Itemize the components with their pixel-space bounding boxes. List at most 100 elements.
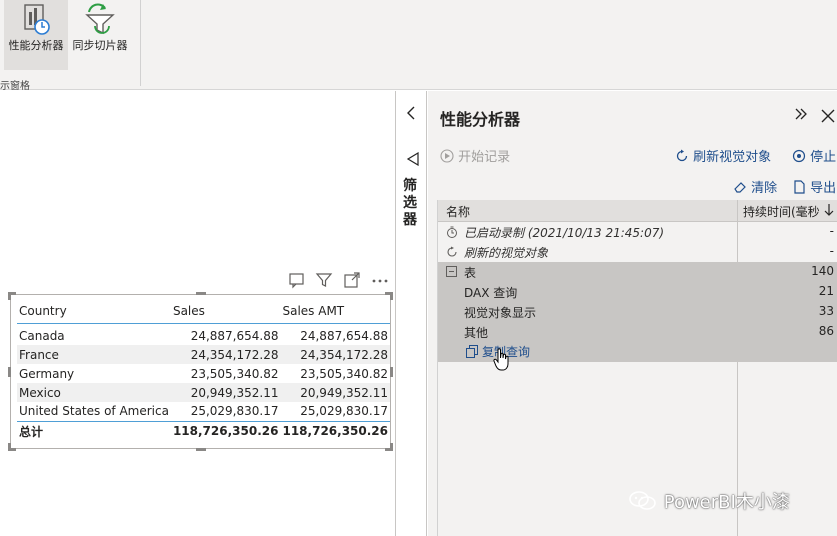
watermark: PowerBI木小漆 xyxy=(628,488,790,514)
collapse-pane-icon[interactable] xyxy=(793,106,809,122)
detail-name: 视觉对象显示 xyxy=(464,306,537,320)
detail-name: 其他 xyxy=(464,326,489,340)
sales-cell: 20,949,352.11 xyxy=(170,383,281,402)
country-cell: Mexico xyxy=(17,383,171,402)
sort-down-icon[interactable] xyxy=(824,203,834,217)
eraser-icon xyxy=(734,182,746,193)
event-duration: - xyxy=(829,224,834,238)
hand-cursor-icon xyxy=(493,348,509,371)
sales-amt-cell: 20,949,352.11 xyxy=(280,383,391,402)
event-name: 刷新的视觉对象 xyxy=(464,246,549,260)
column-header[interactable]: Sales AMT xyxy=(280,299,391,324)
more-options-icon[interactable] xyxy=(371,271,389,289)
report-canvas[interactable]: Country Sales Sales AMT Canada 24,887,65… xyxy=(0,91,395,536)
resize-handle[interactable] xyxy=(196,448,206,451)
event-row[interactable]: 已启动录制 (2021/10/13 21:45:07) - xyxy=(438,222,837,242)
sales-amt-cell: 25,029,830.17 xyxy=(300,404,389,419)
sales-cell: 25,029,830.17 xyxy=(190,404,279,419)
sync-slicers-button[interactable]: 同步切片器 xyxy=(69,0,131,70)
clear-button[interactable]: 清除 xyxy=(733,177,777,196)
filters-collapsed-strip[interactable]: 筛选器 xyxy=(395,91,427,536)
close-icon[interactable] xyxy=(820,108,836,124)
focus-mode-icon[interactable] xyxy=(343,271,361,289)
resize-handle[interactable] xyxy=(390,367,393,377)
visual-duration: 140 xyxy=(811,264,834,278)
stop-label: 停止 xyxy=(810,150,837,165)
collapse-minus-icon[interactable] xyxy=(446,266,457,277)
grid-header: 名称 持续时间(毫秒 xyxy=(438,200,837,222)
resize-handle[interactable] xyxy=(390,292,393,300)
event-duration: - xyxy=(829,244,834,258)
detail-row: 其他 86 xyxy=(438,322,837,342)
matrix-table: Country Sales Sales AMT Canada 24,887,65… xyxy=(17,299,391,441)
sales-amt-cell: 24,354,172.28 xyxy=(280,345,391,364)
table-row[interactable]: United States of America 25,029,830.17 2… xyxy=(17,402,390,421)
resize-handle[interactable] xyxy=(196,292,206,295)
matrix-visual[interactable]: Country Sales Sales AMT Canada 24,887,65… xyxy=(8,292,393,451)
table-row[interactable]: Germany 23,505,340.82 23,505,340.82 xyxy=(17,364,390,383)
performance-analyzer-button[interactable]: 性能分析器 xyxy=(4,0,68,70)
filters-label[interactable]: 筛选器 xyxy=(403,178,419,229)
table-row[interactable]: Canada 24,887,654.88 24,887,654.88 xyxy=(17,323,390,345)
stop-button[interactable]: 停止 xyxy=(792,146,836,165)
watermark-text: PowerBI木小漆 xyxy=(663,492,790,513)
refresh-visuals-button[interactable]: 刷新视觉对象 xyxy=(675,146,771,165)
duration-column-header[interactable]: 持续时间(毫秒 xyxy=(743,203,820,220)
resize-handle[interactable] xyxy=(390,443,393,451)
sales-amt-cell: 24,887,654.88 xyxy=(300,328,389,343)
performance-analyzer-icon xyxy=(24,4,50,35)
refresh-icon xyxy=(447,246,457,257)
clear-label: 清除 xyxy=(751,181,778,196)
detail-row: 视觉对象显示 33 xyxy=(438,302,837,322)
sales-cell: 24,354,172.28 xyxy=(170,345,281,364)
performance-analyzer-label: 性能分析器 xyxy=(8,39,64,52)
visual-name: 表 xyxy=(464,266,477,280)
export-button[interactable]: 导出 xyxy=(792,177,836,196)
matrix-header-row: Country Sales Sales AMT xyxy=(17,299,391,324)
chevron-left-icon[interactable] xyxy=(404,105,420,121)
country-cell: Germany xyxy=(19,366,75,381)
filter-pane-icon xyxy=(406,152,419,166)
refresh-visuals-label: 刷新视觉对象 xyxy=(693,150,772,165)
name-column-header[interactable]: 名称 xyxy=(446,203,470,220)
total-row: 总计 118,726,350.26 118,726,350.26 xyxy=(17,420,391,441)
total-sales: 118,726,350.26 xyxy=(170,420,281,441)
detail-name: DAX 查询 xyxy=(464,286,518,300)
filter-icon[interactable] xyxy=(315,271,333,289)
ribbon-separator xyxy=(140,0,141,86)
detail-duration: 86 xyxy=(818,324,834,338)
total-label: 总计 xyxy=(17,420,171,441)
table-row[interactable]: Mexico 20,949,352.11 20,949,352.11 xyxy=(17,383,391,402)
performance-analyzer-pane: 性能分析器 开始记录 刷新视觉对象 停止 清除 导出 名称 持续时间(毫秒 已启… xyxy=(428,91,837,536)
sync-slicers-icon xyxy=(85,3,115,35)
resize-handle[interactable] xyxy=(8,443,11,451)
copy-icon xyxy=(466,345,478,358)
record-icon xyxy=(440,149,454,163)
visual-row[interactable]: 表 140 xyxy=(438,262,837,282)
results-grid: 名称 持续时间(毫秒 已启动录制 (2021/10/13 21:45:07) -… xyxy=(437,200,837,536)
total-sales-amt: 118,726,350.26 xyxy=(280,420,391,441)
country-cell: France xyxy=(17,345,171,364)
resize-handle[interactable] xyxy=(8,367,11,377)
detail-row: DAX 查询 21 xyxy=(438,282,837,302)
start-recording-button[interactable]: 开始记录 xyxy=(440,146,510,165)
pane-title: 性能分析器 xyxy=(440,110,521,129)
column-header[interactable]: Country xyxy=(17,299,171,324)
country-cell: Canada xyxy=(19,328,65,343)
sync-slicers-label: 同步切片器 xyxy=(72,39,128,52)
column-header[interactable]: Sales xyxy=(170,299,281,324)
detail-duration: 21 xyxy=(818,284,834,298)
export-icon xyxy=(794,180,805,194)
start-recording-label: 开始记录 xyxy=(458,150,511,165)
sales-amt-cell: 23,505,340.82 xyxy=(300,366,389,381)
country-cell: United States of America xyxy=(19,404,169,419)
column-divider[interactable] xyxy=(737,200,738,222)
resize-handle[interactable] xyxy=(8,292,11,300)
visual-comment-icon[interactable] xyxy=(288,271,306,289)
table-row[interactable]: France 24,354,172.28 24,354,172.28 xyxy=(17,345,391,364)
export-label: 导出 xyxy=(810,181,837,196)
event-row[interactable]: 刷新的视觉对象 - xyxy=(438,242,837,262)
stopwatch-icon xyxy=(447,226,457,238)
event-name: 已启动录制 (2021/10/13 21:45:07) xyxy=(464,226,665,240)
wechat-icon xyxy=(629,491,656,510)
